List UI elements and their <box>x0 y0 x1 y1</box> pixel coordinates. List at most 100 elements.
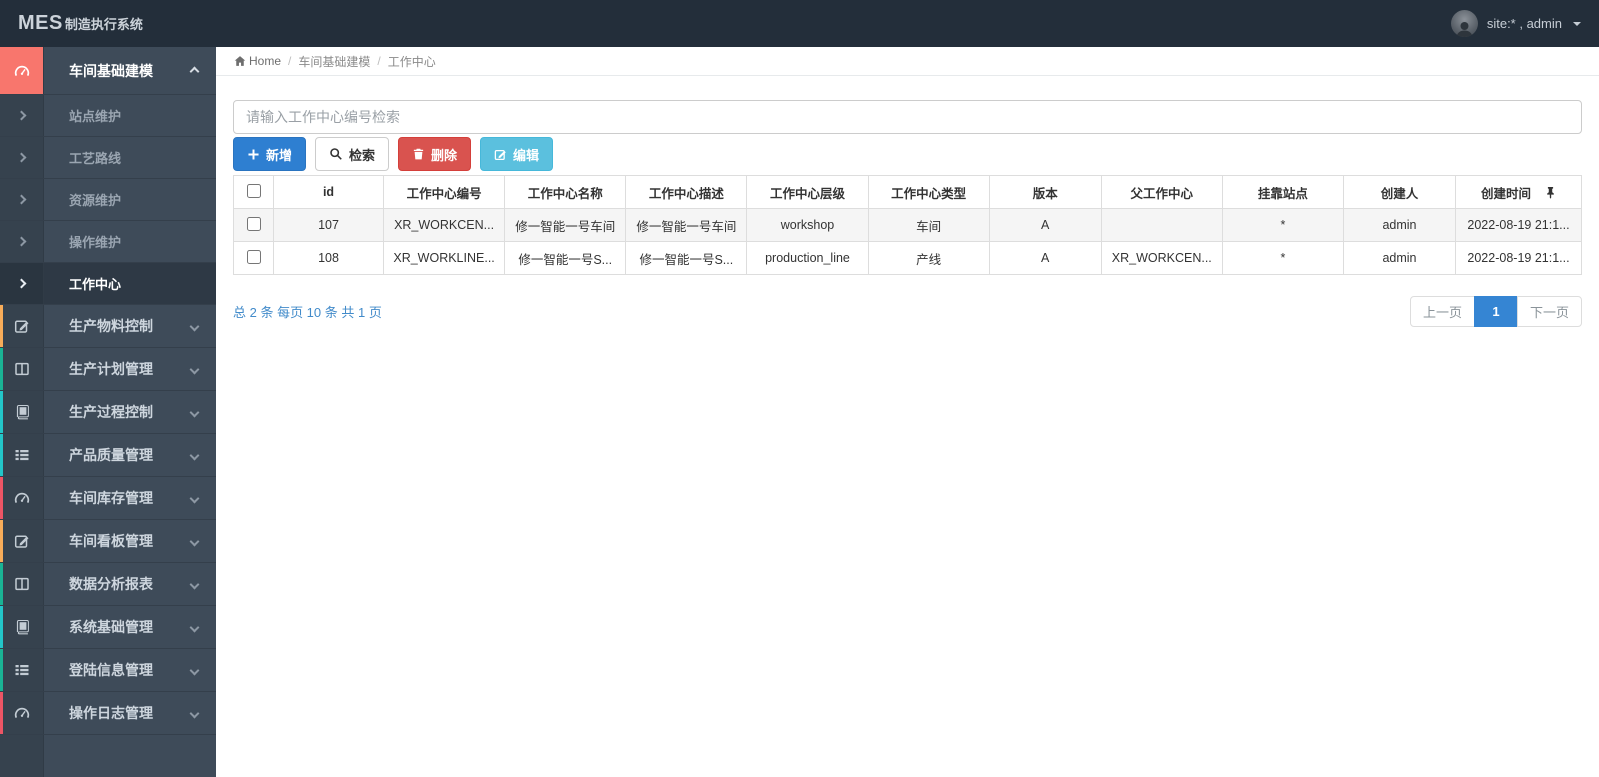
select-all-checkbox[interactable] <box>246 183 261 198</box>
gauge-icon <box>0 47 44 94</box>
cell-level: production_line <box>746 241 869 275</box>
col-header-create-time[interactable]: 创建时间 <box>1455 175 1582 209</box>
chevron-right-icon <box>0 95 44 136</box>
pin-icon[interactable] <box>1545 186 1556 199</box>
sidebar-item-material-control[interactable]: 生产物料控制 <box>0 305 216 348</box>
sidebar-subitem-process-route[interactable]: 工艺路线 <box>0 137 216 179</box>
col-header-id[interactable]: id <box>273 175 384 209</box>
user-avatar <box>1450 10 1478 37</box>
sidebar-item-kanban-management[interactable]: 车间看板管理 <box>0 520 216 563</box>
sidebar-nav: 车间基础建模 站点维护 工艺路线 资源维护 操作维护 工作中心 生产物料控制 生… <box>0 47 216 777</box>
sidebar-subitem-operation[interactable]: 操作维护 <box>0 221 216 263</box>
sidebar-item-plan-management[interactable]: 生产计划管理 <box>0 348 216 391</box>
brand-suffix: 制造执行系统 <box>64 17 143 32</box>
pagination-summary[interactable]: 总 2 条 每页 10 条 共 1 页 <box>233 302 382 321</box>
sidebar-subitem-resource[interactable]: 资源维护 <box>0 179 216 221</box>
sidebar-item-system-management[interactable]: 系统基础管理 <box>0 606 216 649</box>
breadcrumb-home[interactable]: Home <box>234 54 281 68</box>
edit-icon <box>494 149 506 160</box>
breadcrumb-separator: / <box>377 54 381 68</box>
cell-name: 修一智能一号车间 <box>504 208 627 242</box>
col-header-name[interactable]: 工作中心名称 <box>504 175 627 209</box>
add-button-label: 新增 <box>266 147 293 163</box>
breadcrumb-separator: / <box>288 54 292 68</box>
edit-button[interactable]: 编辑 <box>480 137 554 171</box>
cell-level: workshop <box>746 208 869 242</box>
search-input[interactable] <box>233 100 1582 134</box>
row-select-cell <box>233 208 274 242</box>
col-header-parent[interactable]: 父工作中心 <box>1100 175 1223 209</box>
col-header-code[interactable]: 工作中心编号 <box>382 175 506 209</box>
cell-station: * <box>1221 241 1345 275</box>
accent-strip <box>0 348 3 390</box>
sidebar-item-quality-management[interactable]: 产品质量管理 <box>0 434 216 477</box>
sidebar-item-data-analysis[interactable]: 数据分析报表 <box>0 563 216 606</box>
col-header-version[interactable]: 版本 <box>988 175 1102 209</box>
col-header-type[interactable]: 工作中心类型 <box>867 175 990 209</box>
cell-station: * <box>1221 208 1345 242</box>
accent-strip <box>0 563 3 605</box>
cell-create-time: 2022-08-19 21:1... <box>1455 208 1582 242</box>
book-icon <box>0 391 44 433</box>
delete-button[interactable]: 删除 <box>398 137 472 171</box>
caret-down-icon <box>1573 21 1581 26</box>
next-page-button[interactable]: 下一页 <box>1516 296 1582 327</box>
row-checkbox[interactable] <box>246 216 261 231</box>
chevron-right-icon <box>0 179 44 220</box>
cell-parent <box>1100 208 1223 242</box>
cell-type: 产线 <box>867 241 990 275</box>
search-button[interactable]: 检索 <box>315 137 390 171</box>
accent-strip <box>0 649 3 691</box>
sidebar-subitem-station[interactable]: 站点维护 <box>0 95 216 137</box>
sidebar-subitem-label: 工作中心 <box>69 277 122 292</box>
pagination-bar: 总 2 条 每页 10 条 共 1 页 上一页 1 下一页 <box>233 296 1582 327</box>
cell-create-time: 2022-08-19 21:1... <box>1455 241 1582 275</box>
user-menu[interactable]: site:* , admin <box>1450 10 1581 37</box>
sidebar-subitem-label: 工艺路线 <box>69 151 122 166</box>
list-icon <box>0 434 44 476</box>
table-row[interactable]: 108 XR_WORKLINE... 修一智能一号S... 修一智能一号S...… <box>233 241 1582 275</box>
row-checkbox[interactable] <box>246 249 261 264</box>
sidebar-item-inventory-management[interactable]: 车间库存管理 <box>0 477 216 520</box>
prev-page-button[interactable]: 上一页 <box>1409 296 1475 327</box>
sidebar-subitem-label: 资源维护 <box>69 193 122 208</box>
cell-id: 107 <box>273 208 384 242</box>
sidebar-item-process-control[interactable]: 生产过程控制 <box>0 391 216 434</box>
table-row[interactable]: 107 XR_WORKCEN... 修一智能一号车间 修一智能一号车间 work… <box>233 208 1582 242</box>
col-header-level[interactable]: 工作中心层级 <box>746 175 869 209</box>
table-header-row: id 工作中心编号 工作中心名称 工作中心描述 工作中心层级 工作中心类型 版本… <box>233 175 1582 209</box>
accent-strip <box>0 692 3 734</box>
main-content: Home / 车间基础建模 / 工作中心 新增 检索 删除 编辑 <box>216 47 1599 777</box>
sidebar-item-operation-log[interactable]: 操作日志管理 <box>0 692 216 735</box>
search-icon <box>330 148 342 160</box>
col-header-station[interactable]: 挂靠站点 <box>1221 175 1345 209</box>
accent-strip <box>0 606 3 648</box>
sidebar-item-workshop-modeling[interactable]: 车间基础建模 <box>0 47 216 95</box>
col-header-description[interactable]: 工作中心描述 <box>625 175 748 209</box>
accent-strip <box>0 520 3 562</box>
content-panel: 新增 检索 删除 编辑 id 工作中心 <box>216 76 1599 327</box>
breadcrumb-item-current: 工作中心 <box>387 54 436 69</box>
cell-description: 修一智能一号车间 <box>625 208 748 242</box>
user-label: site:* , admin <box>1486 16 1562 31</box>
accent-strip <box>0 305 3 347</box>
app-logo: MES 制造执行系统 <box>18 12 143 35</box>
columns-icon <box>0 563 44 605</box>
columns-icon <box>0 348 44 390</box>
add-button[interactable]: 新增 <box>233 137 307 171</box>
chevron-right-icon <box>0 137 44 178</box>
cell-creator: admin <box>1343 208 1456 242</box>
cell-version: A <box>988 208 1102 242</box>
edit-button-label: 编辑 <box>513 147 540 163</box>
col-header-creator[interactable]: 创建人 <box>1343 175 1456 209</box>
cell-parent: XR_WORKCEN... <box>1100 241 1223 275</box>
sidebar-subitem-work-center[interactable]: 工作中心 <box>0 263 216 305</box>
sidebar-subitem-label: 站点维护 <box>69 109 122 124</box>
breadcrumb-item[interactable]: 车间基础建模 <box>298 53 370 70</box>
gauge-icon <box>0 692 44 734</box>
top-navbar: MES 制造执行系统 site:* , admin <box>0 0 1599 47</box>
current-page-button[interactable]: 1 <box>1473 296 1518 327</box>
sidebar-item-login-info[interactable]: 登陆信息管理 <box>0 649 216 692</box>
chevron-right-icon <box>0 263 44 304</box>
list-icon <box>0 649 44 691</box>
